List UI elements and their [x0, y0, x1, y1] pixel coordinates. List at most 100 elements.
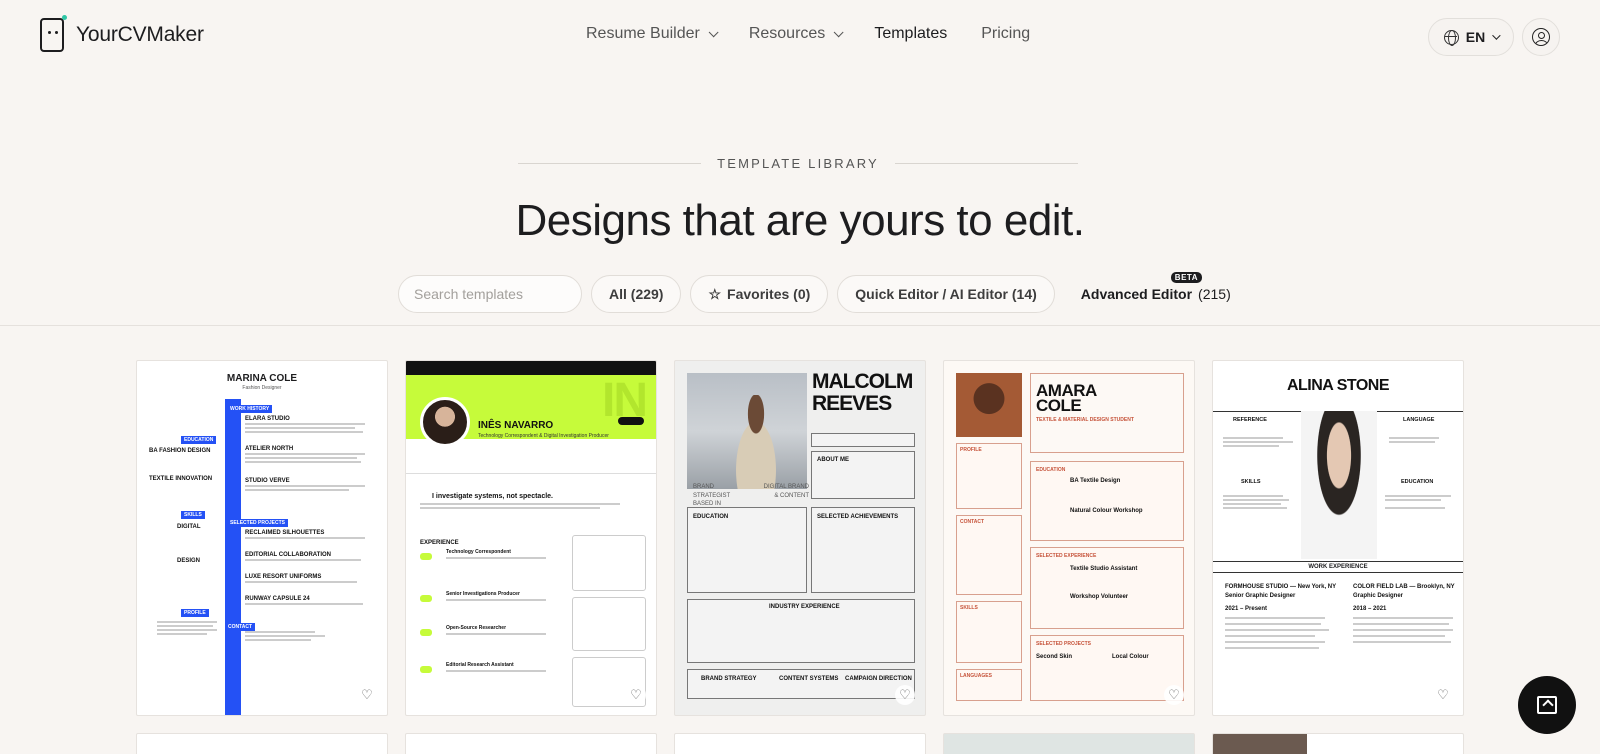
filter-label: All (229): [609, 286, 664, 302]
heart-icon[interactable]: ♡: [895, 685, 915, 705]
language-selector[interactable]: EN: [1428, 18, 1514, 56]
section-heading: INDUSTRY EXPERIENCE: [769, 604, 840, 610]
section-heading: SKILLS: [960, 605, 978, 611]
filter-quick-editor[interactable]: Quick Editor / AI Editor (14): [837, 275, 1055, 313]
section-heading: WORK EXPERIENCE: [1213, 561, 1463, 573]
section-heading: EDUCATION: [693, 514, 729, 520]
template-card[interactable]: MARINA COLE Fashion Designer WORK HISTOR…: [136, 360, 388, 716]
template-card[interactable]: [136, 733, 388, 754]
user-icon: [1532, 28, 1550, 46]
template-card[interactable]: [943, 733, 1195, 754]
nav-templates[interactable]: Templates: [874, 25, 947, 43]
template-card[interactable]: IN INÊS NAVARRO Technology Correspondent…: [405, 360, 657, 716]
filter-favorites[interactable]: ☆ Favorites (0): [690, 275, 829, 313]
timeline-bar: [225, 399, 241, 715]
entry-title: BA Textile Design: [1070, 478, 1121, 484]
entry-title: Workshop Volunteer: [1070, 594, 1129, 600]
divider-line: [894, 163, 1078, 164]
name-line: COLE: [1036, 396, 1082, 415]
nav-label: Templates: [874, 25, 948, 42]
entry-title: Editorial Research Assistant: [446, 662, 514, 668]
nav-pricing[interactable]: Pricing: [981, 25, 1030, 43]
heart-icon[interactable]: ♡: [1164, 685, 1184, 705]
chevron-down-icon: [708, 26, 719, 37]
skill-label: CAMPAIGN DIRECTION: [845, 676, 912, 682]
resume-name: INÊS NAVARRO: [478, 420, 554, 431]
heart-icon[interactable]: ♡: [626, 685, 646, 705]
profile-photo: [1301, 411, 1377, 559]
name-line: MALCOLM: [812, 370, 913, 393]
resume-name: ALINA STONE: [1286, 377, 1390, 394]
resume-subtitle: Fashion Designer: [242, 385, 282, 391]
account-button[interactable]: [1522, 18, 1560, 56]
filter-count: (215): [1198, 286, 1231, 302]
filter-label: Advanced Editor: [1080, 286, 1193, 302]
section-tag: CONTACT: [225, 623, 256, 631]
heart-icon[interactable]: ♡: [1433, 685, 1453, 705]
section-eyebrow: TEMPLATE LIBRARY: [518, 156, 1078, 171]
nav-label: Resources: [748, 25, 826, 42]
nav-resume-builder[interactable]: Resume Builder: [586, 25, 719, 43]
section-heading: SELECTED PROJECTS: [1036, 641, 1092, 647]
entry-title: COLOR FIELD LAB — Brooklyn, NY: [1353, 584, 1455, 590]
section-heading: LANGUAGE: [1403, 417, 1435, 423]
resume-subtitle: Technology Correspondent & Digital Inves…: [478, 433, 609, 439]
entry-subtitle: Senior Graphic Designer: [1225, 593, 1296, 599]
entry-years: 2018 – 2021: [1353, 606, 1387, 612]
language-code: EN: [1465, 29, 1486, 45]
heart-icon[interactable]: ♡: [357, 685, 377, 705]
section-heading: EDUCATION: [1401, 479, 1434, 485]
template-card[interactable]: ALINA STONE REFERENCE LANGUAGE SKILLS ED…: [1212, 360, 1464, 716]
brand-logo[interactable]: YourCVMaker: [40, 15, 204, 52]
resume-name: MALCOLM REEVES: [812, 370, 913, 415]
template-card[interactable]: AMARA COLE TEXTILE & MATERIAL DESIGN STUD…: [943, 360, 1195, 716]
template-card[interactable]: [674, 733, 926, 754]
main-nav: Resume Builder Resources Templates Prici…: [586, 25, 1030, 43]
section-heading: SELECTED ACHIEVEMENTS: [817, 514, 899, 520]
entry-title: Natural Colour Workshop: [1070, 508, 1143, 514]
filter-advanced-editor[interactable]: Advanced Editor (215) BETA: [1064, 272, 1248, 313]
entry-title: BA FASHION DESIGN: [149, 448, 211, 454]
section-tag: WORK HISTORY: [227, 405, 273, 413]
logo-icon: [40, 15, 67, 52]
nav-label: Resume Builder: [586, 25, 700, 42]
divider-line: [518, 163, 702, 164]
filter-label: Favorites (0): [727, 286, 811, 302]
entry-years: 2021 – Present: [1225, 606, 1268, 612]
entry-title: DIGITAL: [177, 524, 201, 530]
section-heading: EDUCATION: [1036, 467, 1066, 473]
search-input[interactable]: [398, 275, 582, 313]
nav-resources[interactable]: Resources: [748, 25, 844, 43]
section-heading: EXPERIENCE: [420, 540, 459, 546]
section-heading: SELECTED EXPERIENCE: [1036, 553, 1097, 559]
brand-name: YourCVMaker: [76, 23, 204, 46]
entry-title: Open-Source Researcher: [446, 625, 507, 631]
profile-photo: [956, 373, 1022, 437]
template-card[interactable]: MALCOLM REEVES BRAND STRATEGIST BASED IN …: [674, 360, 926, 716]
entry-subtitle: Graphic Designer: [1353, 593, 1404, 599]
section-tag: SKILLS: [181, 511, 205, 519]
page-title: Designs that are yours to edit.: [515, 196, 1085, 245]
entry-title: Senior Investigations Producer: [446, 591, 520, 597]
chat-button[interactable]: [1518, 676, 1576, 734]
chevron-down-icon: [1492, 31, 1501, 40]
filter-bar: All (229) ☆ Favorites (0) Quick Editor /…: [398, 272, 1248, 313]
resume-subtitle: TEXTILE & MATERIAL DESIGN STUDENT: [1036, 417, 1134, 423]
filter-all[interactable]: All (229): [591, 275, 682, 313]
profile-photo: [687, 373, 807, 489]
section-heading: SKILLS: [1241, 479, 1261, 485]
name-line: REEVES: [812, 392, 892, 415]
filter-label: Quick Editor / AI Editor (14): [855, 286, 1037, 302]
beta-badge: BETA: [1170, 272, 1202, 283]
entry-title: Textile Studio Assistant: [1070, 566, 1138, 572]
template-card[interactable]: [1212, 733, 1464, 754]
section-tag: SELECTED PROJECTS: [227, 519, 289, 527]
headline-quote: I investigate systems, not spectacle.: [432, 493, 553, 500]
entry-title: TEXTILE INNOVATION: [149, 476, 213, 482]
avatar: [420, 397, 470, 447]
template-card[interactable]: [405, 733, 657, 754]
skill-label: CONTENT SYSTEMS: [779, 676, 839, 682]
resume-name: AMARA COLE: [1036, 382, 1097, 415]
entry-title: Second Skin: [1036, 654, 1073, 660]
entry-title: Local Colour: [1112, 654, 1149, 660]
